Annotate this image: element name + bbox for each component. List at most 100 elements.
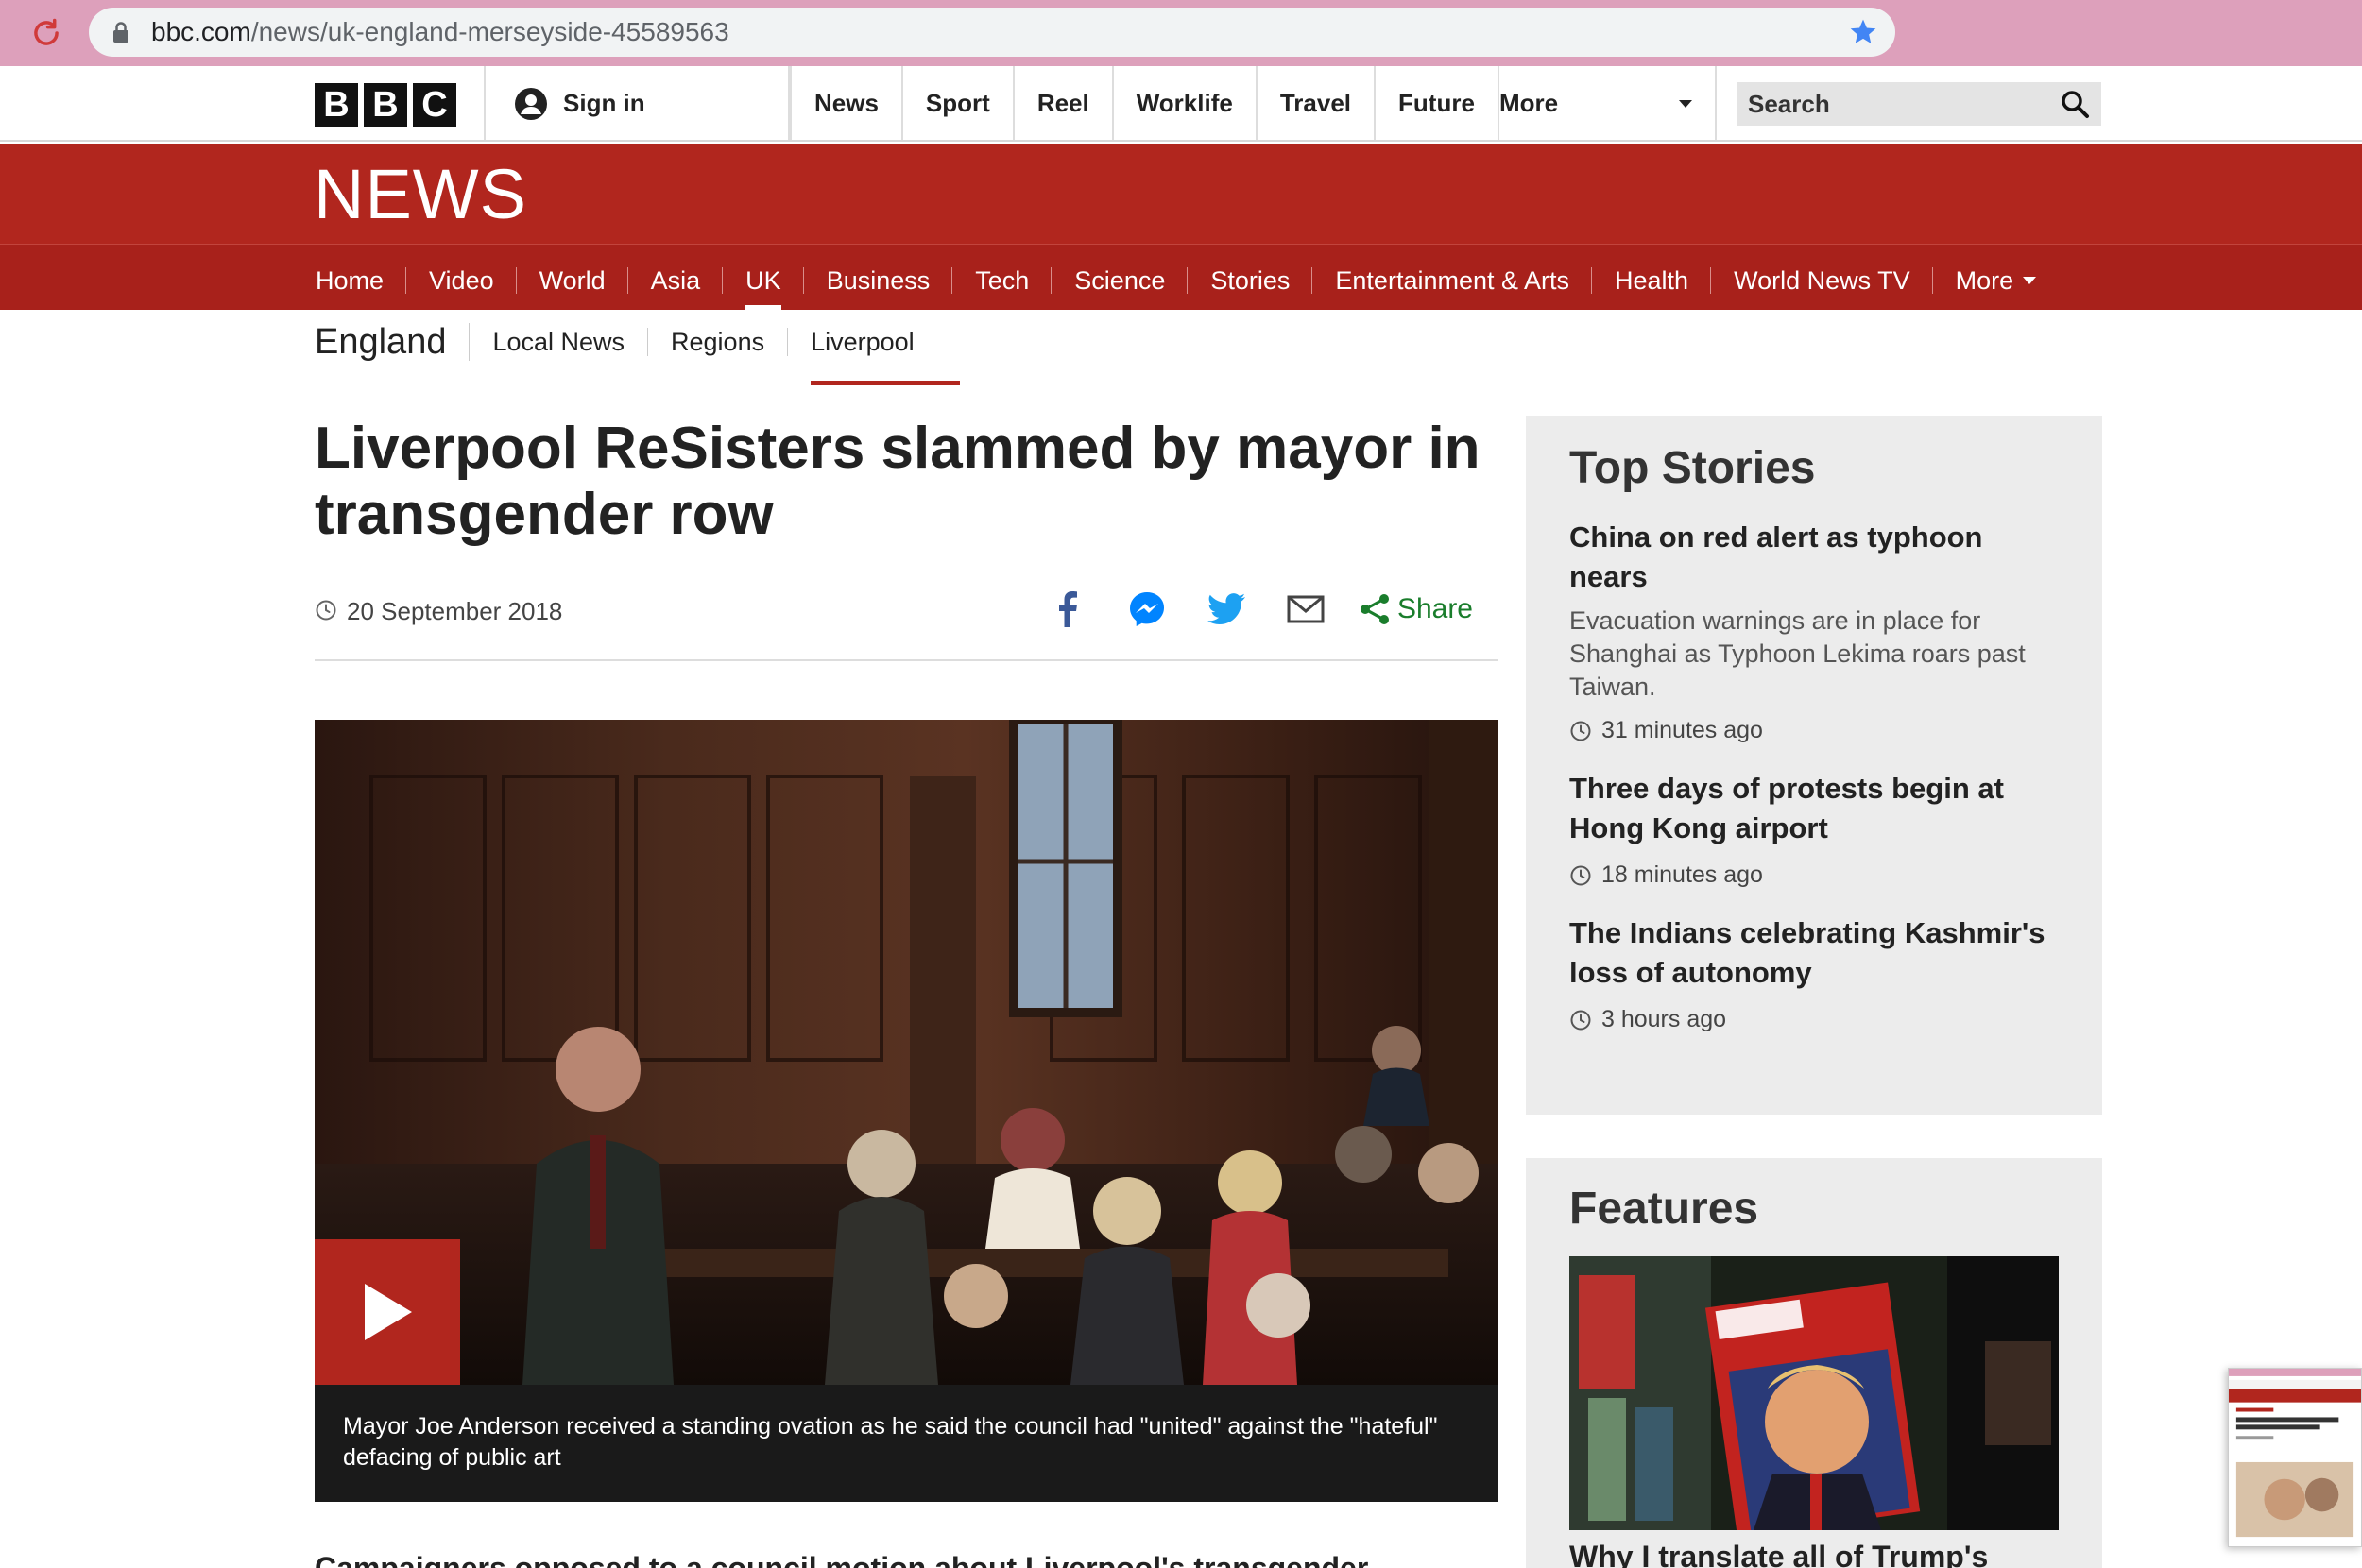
messenger-share-button[interactable] [1123,586,1171,633]
news-nav: Home Video World Asia UK Business Tech S… [0,244,2362,311]
bbc-logo[interactable]: B B C [315,83,456,127]
video-caption: Mayor Joe Anderson received a standing o… [315,1385,1498,1502]
story-timestamp: 31 minutes ago [1569,717,2059,744]
news-nav-uk[interactable]: UK [723,245,804,311]
search-icon[interactable] [2060,89,2090,119]
article-body-first-line: Campaigners opposed to a council motion … [315,1551,1369,1568]
features-panel: Features Why I translate all of Trump's [1526,1158,2102,1568]
address-bar[interactable]: bbc.com/news/uk-england-merseyside-45589… [89,8,1895,57]
story-item[interactable]: Three days of protests begin at Hong Kon… [1569,769,2059,889]
news-nav-more[interactable]: More [1933,245,2060,311]
news-nav-more-label: More [1955,266,2014,295]
bbc-global-bar: B B C Sign in News Sport Reel Worklife T… [0,66,2362,142]
clock-icon [1570,1010,1591,1030]
news-nav-label: Science [1074,266,1166,295]
clock-icon [316,600,336,621]
story-title[interactable]: China on red alert as typhoon nears [1569,518,2059,597]
feature-title[interactable]: Why I translate all of Trump's [1569,1540,1988,1568]
news-nav-stories[interactable]: Stories [1188,245,1313,311]
twitter-icon [1207,593,1245,624]
news-nav-label: Video [429,266,494,295]
bbc-logo-letter: B [315,83,358,127]
email-icon [1287,595,1325,623]
top-stories-panel: Top Stories China on red alert as typhoo… [1526,416,2102,1115]
browser-toolbar: bbc.com/news/uk-england-merseyside-45589… [0,0,2362,66]
video-still-image [315,720,1498,1385]
video-caption-text: Mayor Joe Anderson received a standing o… [343,1413,1438,1471]
features-title: Features [1569,1184,1759,1234]
sub-nav-label: Liverpool [811,328,915,356]
article: Liverpool ReSisters slammed by mayor in … [315,416,1498,1568]
news-nav-world[interactable]: World [517,245,628,311]
search-placeholder: Search [1748,90,1830,118]
sub-nav-local-news[interactable]: Local News [492,328,649,356]
news-nav-label: World [539,266,606,295]
bookmark-star-icon[interactable] [1848,17,1878,47]
global-nav-travel[interactable]: Travel [1258,66,1377,140]
video-player[interactable]: Mayor Joe Anderson received a standing o… [315,720,1498,1502]
sub-nav-regions[interactable]: Regions [648,328,789,356]
news-nav-health[interactable]: Health [1592,245,1712,311]
bbc-logo-letter: B [364,83,407,127]
chevron-down-icon [2023,276,2037,284]
sub-nav-title[interactable]: England [315,323,471,361]
global-nav-sport[interactable]: Sport [903,66,1015,140]
screenshot-thumbnail[interactable] [2228,1368,2362,1547]
story-title[interactable]: Three days of protests begin at Hong Kon… [1569,769,2059,848]
share-label: Share [1396,593,1473,624]
play-button[interactable] [315,1239,460,1385]
story-time: 18 minutes ago [1601,861,1763,888]
twitter-share-button[interactable] [1203,586,1250,633]
news-nav-label: Health [1615,266,1689,295]
news-nav-label: Business [826,266,931,295]
reload-icon[interactable] [28,15,64,51]
clock-icon [1570,721,1591,741]
url-host: bbc.com [151,17,251,46]
active-tab-indicator [811,381,960,385]
story-time: 31 minutes ago [1601,717,1763,743]
sign-in-button[interactable]: Sign in [484,66,790,140]
search-input[interactable]: Search [1737,82,2101,126]
news-nav-home[interactable]: Home [293,245,407,311]
news-nav-tech[interactable]: Tech [952,245,1053,311]
user-icon [515,88,547,120]
top-stories-title: Top Stories [1569,443,1816,493]
global-nav-worklife[interactable]: Worklife [1114,66,1258,140]
article-meta: 20 September 2018 Share [315,576,1498,661]
story-item[interactable]: The Indians celebrating Kashmir's loss o… [1569,913,2059,1033]
news-nav-world-news-tv[interactable]: World News TV [1711,245,1933,311]
news-wordmark[interactable]: NEWS [314,155,527,234]
news-nav-science[interactable]: Science [1052,245,1189,311]
news-nav-video[interactable]: Video [406,245,517,311]
sub-nav-liverpool[interactable]: Liverpool [788,328,960,385]
global-nav-reel[interactable]: Reel [1015,66,1114,140]
news-nav-label: Entertainment & Arts [1335,266,1570,295]
story-timestamp: 18 minutes ago [1569,861,2059,889]
facebook-share-button[interactable] [1044,586,1091,633]
news-nav-entertainment-arts[interactable]: Entertainment & Arts [1312,245,1592,311]
share-button[interactable]: Share [1360,593,1473,625]
chevron-down-icon [1679,100,1692,108]
story-summary: Evacuation warnings are in place for Sha… [1569,606,2026,701]
feature-image[interactable] [1569,1256,2059,1530]
news-nav-asia[interactable]: Asia [628,245,724,311]
global-nav-more[interactable]: More [1477,66,1717,140]
clock-icon [1570,865,1591,885]
share-icon [1360,594,1389,624]
facebook-icon [1058,591,1077,627]
news-nav-label: Stories [1210,266,1291,295]
story-item[interactable]: China on red alert as typhoon nears Evac… [1569,518,2059,744]
bbc-logo-letter: C [413,83,456,127]
article-date: 20 September 2018 [347,597,563,625]
news-nav-label: Home [316,266,385,295]
news-nav-business[interactable]: Business [804,245,953,311]
news-nav-label: World News TV [1734,266,1910,295]
email-share-button[interactable] [1282,586,1329,633]
url-path: /news/uk-england-merseyside-45589563 [250,17,729,46]
global-nav-more-label: More [1499,89,1559,117]
story-title[interactable]: The Indians celebrating Kashmir's loss o… [1569,913,2059,993]
global-nav-news[interactable]: News [790,66,903,140]
global-nav: News Sport Reel Worklife Travel Future [790,66,1499,140]
news-nav-label: Asia [650,266,701,295]
sign-in-label: Sign in [563,89,645,117]
